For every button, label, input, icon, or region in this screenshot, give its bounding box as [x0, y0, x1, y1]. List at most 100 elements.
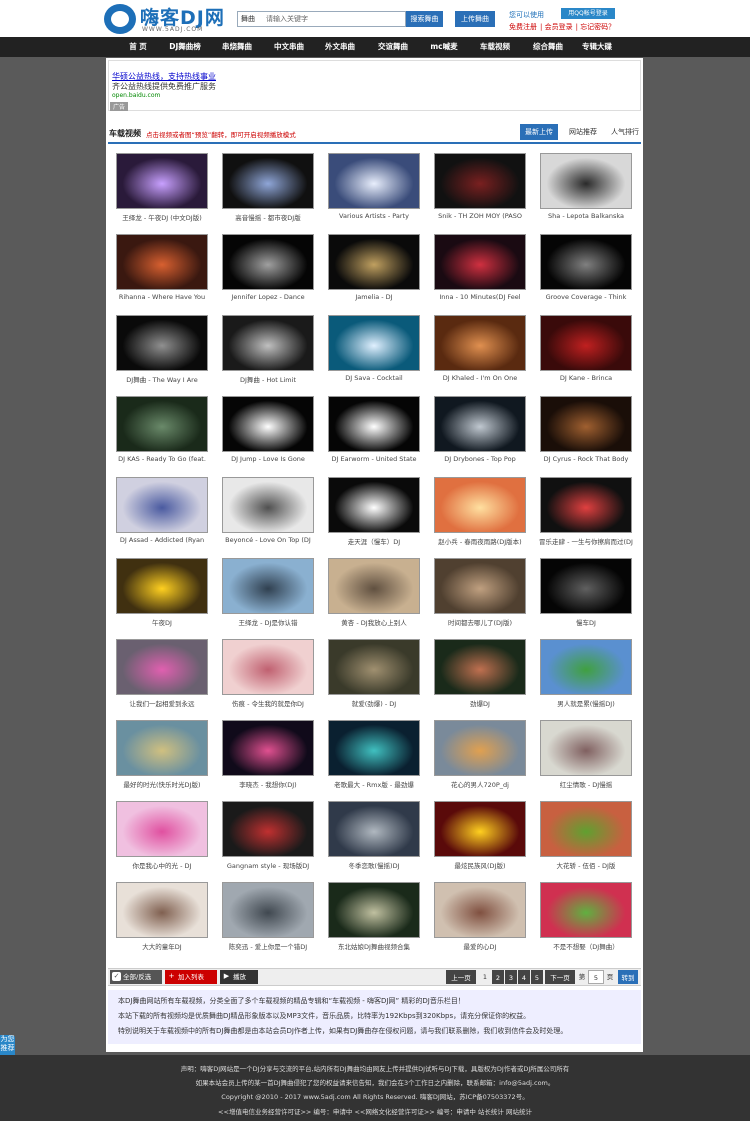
nav-item-8[interactable]: 综合舞曲 [524, 37, 572, 57]
video-card[interactable]: DJ Earworm - United State [328, 396, 420, 476]
video-caption[interactable]: 午夜DJ [114, 617, 210, 627]
video-card[interactable]: Jamelia - DJ [328, 234, 420, 314]
video-caption[interactable]: 王绎龙 - DJ是你认错 [220, 617, 316, 627]
video-thumbnail[interactable] [116, 720, 208, 776]
video-card[interactable]: Sha - Lepota Balkanska [540, 153, 632, 233]
video-card[interactable]: DJ舞曲 - The Way I Are [116, 315, 208, 395]
video-thumbnail[interactable] [328, 882, 420, 938]
tab-latest[interactable]: 最新上传 [520, 124, 558, 140]
video-thumbnail[interactable] [540, 558, 632, 614]
video-caption[interactable]: DJ Sava - Cocktail [326, 374, 422, 382]
video-caption[interactable]: 李晓杰 - 我想你(DJ) [220, 779, 316, 789]
play-button[interactable]: ▶ 播放 [220, 970, 258, 984]
video-caption[interactable]: Snik - TH ZOH MOY (PASO [432, 212, 528, 220]
video-thumbnail[interactable] [434, 558, 526, 614]
video-card[interactable]: 慢车DJ [540, 558, 632, 638]
video-thumbnail[interactable] [434, 234, 526, 290]
video-thumbnail[interactable] [434, 639, 526, 695]
video-thumbnail[interactable] [222, 396, 314, 452]
video-card[interactable]: 冬季恋歌(慢摇)DJ [328, 801, 420, 881]
video-thumbnail[interactable] [540, 882, 632, 938]
video-card[interactable]: DJ Drybones - Top Pop [434, 396, 526, 476]
nav-item-0[interactable]: 首 页 [118, 37, 158, 57]
video-caption[interactable]: 大花轿 - 伍佰 - DJ版 [538, 860, 634, 870]
video-card[interactable]: DJ Kane - Brinca [540, 315, 632, 395]
tab-popular[interactable]: 人气排行 [606, 124, 644, 140]
video-caption[interactable]: DJ Assad - Addicted (Ryan [114, 536, 210, 544]
site-logo[interactable]: 嗨客DJ网 WWW.5ADJ.COM [104, 2, 224, 36]
video-thumbnail[interactable] [434, 153, 526, 209]
video-thumbnail[interactable] [434, 396, 526, 452]
video-card[interactable]: 让我们一起相爱到永远 [116, 639, 208, 719]
video-card[interactable]: 时间都去哪儿了(DJ版) [434, 558, 526, 638]
video-card[interactable]: DJ KAS - Ready To Go (feat. [116, 396, 208, 476]
video-thumbnail[interactable] [116, 801, 208, 857]
video-caption[interactable]: 最炫民族风(DJ版) [432, 860, 528, 870]
member-login-link[interactable]: 会员登录 [545, 23, 573, 31]
video-thumbnail[interactable] [434, 477, 526, 533]
video-thumbnail[interactable] [116, 558, 208, 614]
video-caption[interactable]: DJ Cyrus - Rock That Body [538, 455, 634, 463]
nav-item-1[interactable]: DJ舞曲榜 [160, 37, 210, 57]
video-card[interactable]: 冒乐走肆 - 一生与你擦肩而过(DJ [539, 477, 633, 557]
video-caption[interactable]: DJ Kane - Brinca [538, 374, 634, 382]
video-caption[interactable]: 走天涯（慢车）DJ [326, 536, 422, 546]
video-thumbnail[interactable] [540, 315, 632, 371]
video-card[interactable]: Beyoncé - Love On Top (DJ [222, 477, 314, 557]
video-caption[interactable]: Jamelia - DJ [326, 293, 422, 301]
video-thumbnail[interactable] [116, 234, 208, 290]
video-card[interactable]: 不是不想娶（DJ舞曲） [540, 882, 632, 962]
video-thumbnail[interactable] [434, 315, 526, 371]
video-thumbnail[interactable] [116, 396, 208, 452]
goto-button[interactable]: 转到 [618, 970, 638, 984]
video-thumbnail[interactable] [540, 639, 632, 695]
goto-page-input[interactable]: 5 [588, 970, 604, 984]
video-caption[interactable]: Groove Coverage - Think [538, 293, 634, 301]
video-card[interactable]: 男人就是累(慢摇DJ) [540, 639, 632, 719]
search-input[interactable]: 请输入关键字 [266, 14, 308, 24]
video-thumbnail[interactable] [222, 477, 314, 533]
video-thumbnail[interactable] [328, 234, 420, 290]
video-card[interactable]: Groove Coverage - Think [540, 234, 632, 314]
nav-item-6[interactable]: mc喊麦 [424, 37, 464, 57]
video-card[interactable]: 走天涯（慢车）DJ [328, 477, 420, 557]
video-card[interactable]: 最好的时光(快乐时光DJ版) [116, 720, 208, 800]
video-thumbnail[interactable] [116, 477, 208, 533]
video-thumbnail[interactable] [328, 153, 420, 209]
video-caption[interactable]: Rihanna - Where Have You [114, 293, 210, 301]
video-caption[interactable]: 冬季恋歌(慢摇)DJ [326, 860, 422, 870]
tab-recommended[interactable]: 网站推荐 [564, 124, 602, 140]
video-thumbnail[interactable] [434, 720, 526, 776]
video-caption[interactable]: 黄杏 - DJ我放心上别人 [326, 617, 422, 627]
video-card[interactable]: DJ Cyrus - Rock That Body [540, 396, 632, 476]
video-caption[interactable]: Sha - Lepota Balkanska [538, 212, 634, 220]
search-button[interactable]: 搜索舞曲 [406, 11, 443, 27]
ad-banner[interactable]: 华硕公益热线，支持热线事业 齐公益热线提供免费推广服务 open.baidu.c… [108, 60, 641, 111]
video-card[interactable]: 陈奕迅 - 爱上你是一个错DJ [222, 882, 314, 962]
video-caption[interactable]: 花心的男人720P_dj [432, 779, 528, 789]
nav-item-9[interactable]: 专辑大碟 [570, 37, 624, 57]
video-card[interactable]: DJ Assad - Addicted (Ryan [116, 477, 208, 557]
video-thumbnail[interactable] [540, 801, 632, 857]
select-all-button[interactable]: ✓ 全部/反选 [110, 970, 162, 984]
video-thumbnail[interactable] [116, 153, 208, 209]
video-thumbnail[interactable] [328, 396, 420, 452]
video-thumbnail[interactable] [222, 153, 314, 209]
video-caption[interactable]: Jennifer Lopez - Dance [220, 293, 316, 301]
qq-login-button[interactable]: 用QQ帐号登录 [561, 8, 615, 19]
video-caption[interactable]: 最爱的心DJ [432, 941, 528, 951]
video-card[interactable]: DJ Jump - Love Is Gone [222, 396, 314, 476]
video-thumbnail[interactable] [116, 639, 208, 695]
nav-item-4[interactable]: 外文串曲 [317, 37, 363, 57]
video-card[interactable]: 老歌最大 - Rmx版 - 最劲爆 [328, 720, 420, 800]
video-caption[interactable]: Gangnam style - 现场版DJ [220, 860, 316, 870]
nav-item-7[interactable]: 车载视频 [470, 37, 520, 57]
video-caption[interactable]: Beyoncé - Love On Top (DJ [220, 536, 316, 544]
video-card[interactable]: 大花轿 - 伍佰 - DJ版 [540, 801, 632, 881]
video-thumbnail[interactable] [328, 720, 420, 776]
video-caption[interactable]: 时间都去哪儿了(DJ版) [432, 617, 528, 627]
video-card[interactable]: 红尘情歌 - DJ慢摇 [540, 720, 632, 800]
video-thumbnail[interactable] [328, 801, 420, 857]
video-thumbnail[interactable] [222, 639, 314, 695]
video-thumbnail[interactable] [540, 477, 632, 533]
